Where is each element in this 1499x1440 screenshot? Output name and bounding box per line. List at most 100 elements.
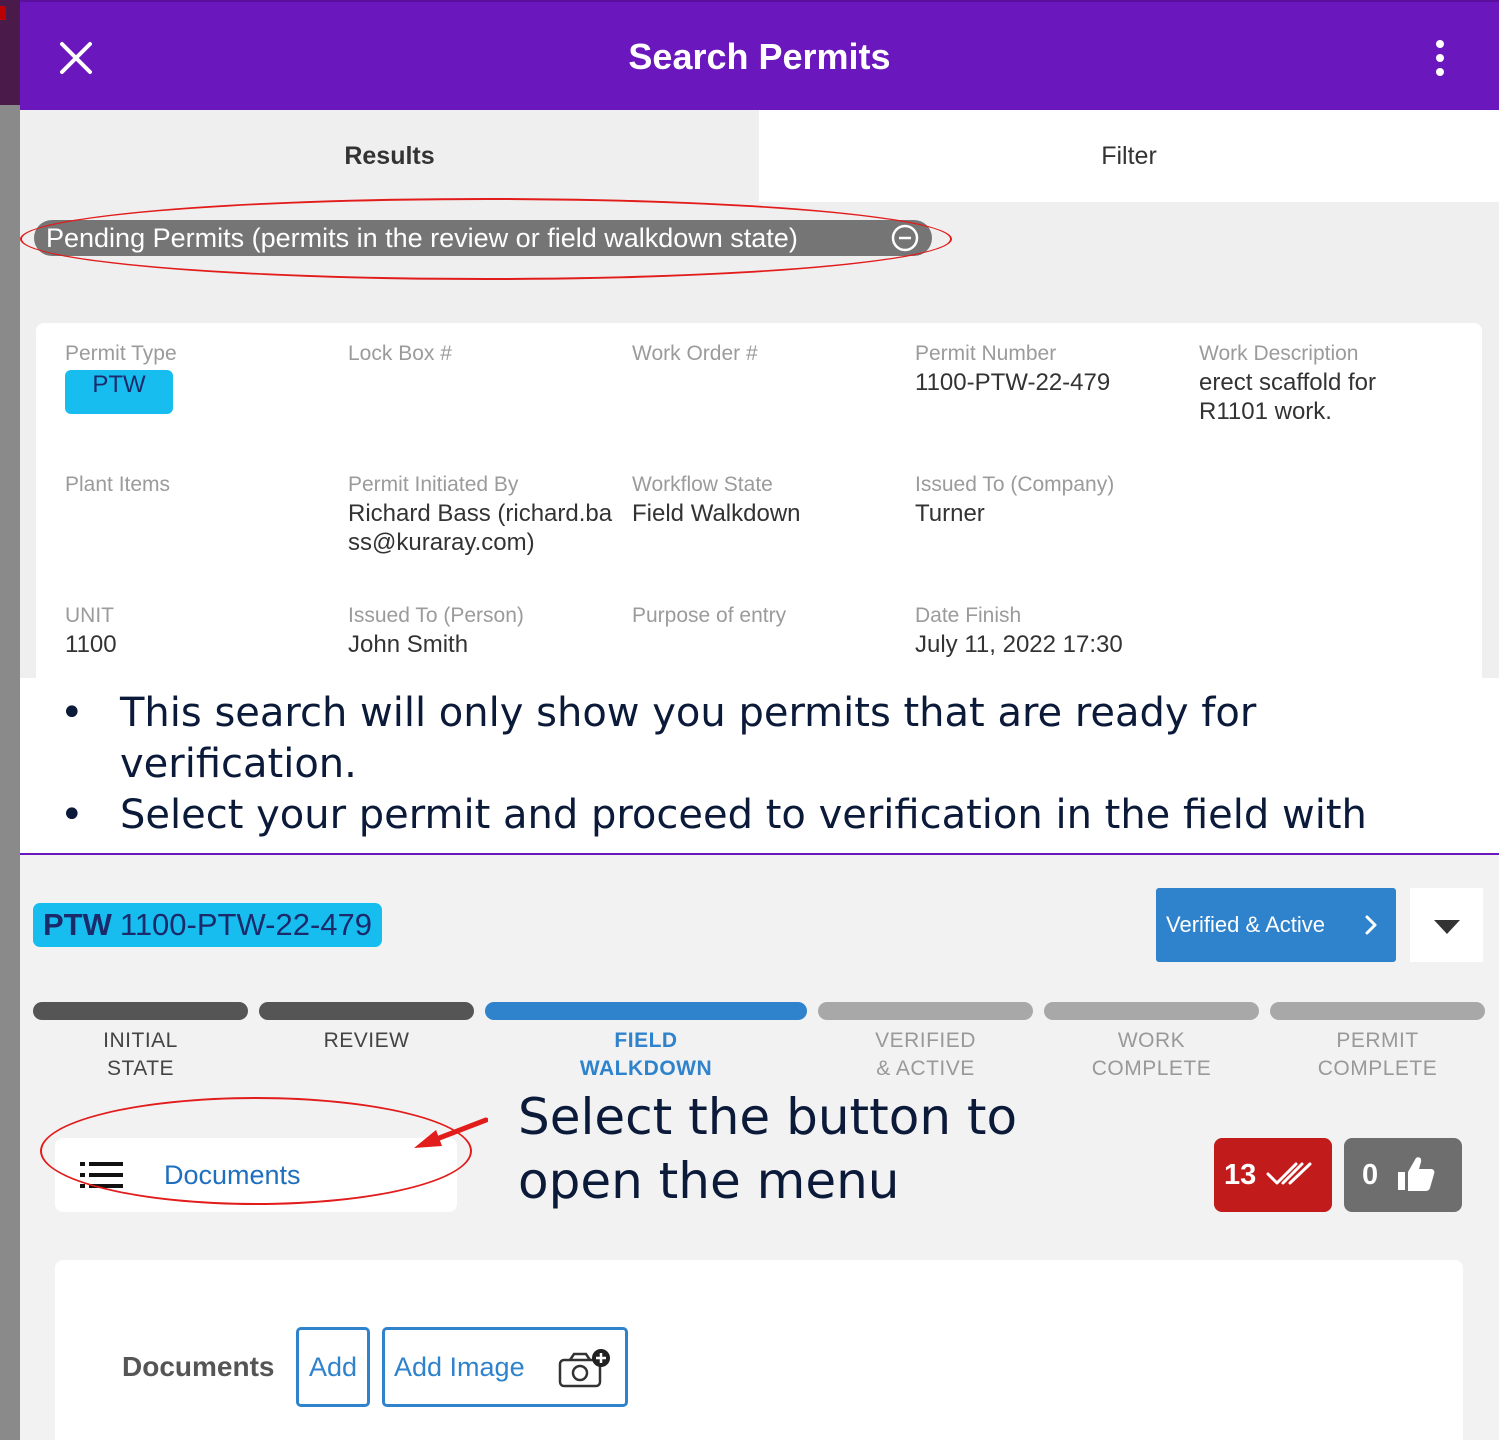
status-button-label: Verified & Active: [1166, 912, 1325, 937]
field-work-order: Work Order #: [632, 339, 902, 368]
step-label-field-walkdown: FIELD WALKDOWN: [485, 1027, 807, 1083]
field-workflow-state: Workflow State Field Walkdown: [632, 470, 902, 528]
field-label: Permit Number: [915, 342, 1057, 365]
documents-card: Documents Add Add Image: [55, 1260, 1463, 1440]
step-bar-initial: [33, 1002, 248, 1020]
app-bar: Search Permits: [20, 0, 1499, 110]
field-value: Turner: [915, 500, 985, 527]
approval-counter[interactable]: 0: [1344, 1138, 1462, 1212]
more-vertical-icon[interactable]: [1428, 38, 1452, 78]
step-label-line: COMPLETE: [1317, 1057, 1438, 1080]
field-value: erect scaffold for R1101 work.: [1199, 369, 1376, 425]
field-value: Field Walkdown: [632, 500, 801, 527]
field-label: Date Finish: [915, 604, 1022, 627]
field-label: Work Order #: [632, 342, 758, 365]
filter-chip-label: Pending Permits (permits in the review o…: [46, 222, 798, 253]
verified-active-button[interactable]: Verified & Active: [1156, 888, 1396, 962]
field-label: Issued To (Person): [348, 604, 524, 627]
step-label-permit-complete: PERMIT COMPLETE: [1270, 1027, 1485, 1083]
step-label-review: REVIEW: [259, 1027, 474, 1055]
add-image-button[interactable]: Add Image: [382, 1327, 628, 1407]
chevron-right-icon: [1365, 915, 1377, 935]
permit-id-badge: PTW 1100-PTW-22-479: [33, 903, 383, 947]
step-label-line: PERMIT: [1336, 1029, 1419, 1052]
callout-text: Select the button to open the menu: [518, 1088, 1018, 1210]
field-label: Plant Items: [65, 473, 171, 496]
field-permit-type: Permit Type PTW: [65, 339, 335, 414]
field-value: Richard Bass (richard.bass@kuraray.com): [348, 500, 613, 556]
tab-results[interactable]: Results: [20, 110, 759, 202]
field-value: 1100: [65, 631, 117, 658]
step-label-line: WALKDOWN: [579, 1057, 713, 1080]
verification-count: 13: [1224, 1158, 1257, 1191]
approval-count: 0: [1362, 1158, 1379, 1191]
field-label: Work Description: [1199, 342, 1359, 365]
step-bar-verified: [818, 1002, 1033, 1020]
field-label: Permit Initiated By: [348, 473, 519, 496]
field-lock-box: Lock Box #: [348, 339, 618, 368]
field-initiated-by: Permit Initiated By Richard Bass (richar…: [348, 470, 620, 557]
page-title: Search Permits: [628, 36, 891, 77]
permit-number: 1100-PTW-22-479: [119, 907, 373, 942]
field-value: John Smith: [348, 631, 469, 658]
step-label-work-complete: WORK COMPLETE: [1044, 1027, 1259, 1083]
field-label: Issued To (Company): [915, 473, 1115, 496]
step-bar-work-complete: [1044, 1002, 1259, 1020]
documents-menu-button[interactable]: Documents: [55, 1138, 457, 1212]
field-label: Purpose of entry: [632, 604, 787, 627]
double-check-icon: [1266, 1162, 1312, 1185]
step-bar-field-walkdown: [485, 1002, 807, 1020]
add-image-label: Add Image: [394, 1352, 525, 1382]
step-label-line: FIELD: [614, 1029, 678, 1052]
bullet-item: This search will only show you permits t…: [60, 688, 1480, 790]
field-purpose: Purpose of entry: [632, 601, 902, 630]
step-label-line: REVIEW: [323, 1029, 410, 1052]
camera-plus-icon: [558, 1349, 610, 1388]
field-plant-items: Plant Items: [65, 470, 335, 499]
add-document-button[interactable]: Add: [296, 1327, 370, 1407]
remove-filter-icon[interactable]: [890, 223, 920, 253]
step-bar-permit-complete: [1270, 1002, 1485, 1020]
step-label-verified: VERIFIED & ACTIVE: [818, 1027, 1033, 1083]
pending-permits-filter-chip[interactable]: Pending Permits (permits in the review o…: [34, 220, 932, 256]
field-label: Permit Type: [65, 342, 177, 365]
step-label-line: WORK: [1117, 1029, 1186, 1052]
step-label-line: & ACTIVE: [876, 1057, 975, 1080]
field-date-finish: Date Finish July 11, 2022 17:30: [915, 601, 1185, 659]
instruction-bullets: This search will only show you permits t…: [20, 678, 1499, 854]
bullet-item: Select your permit and proceed to verifi…: [60, 790, 1480, 841]
documents-heading: Documents: [122, 1351, 275, 1382]
list-icon: [80, 1162, 123, 1188]
documents-button-label: Documents: [164, 1160, 301, 1190]
permit-detail-screen: PTW 1100-PTW-22-479 Verified & Active IN…: [20, 855, 1499, 1440]
tab-filter[interactable]: Filter: [759, 110, 1499, 202]
tab-bar: Results Filter: [20, 110, 1499, 202]
thumbs-up-icon: [1398, 1157, 1435, 1191]
step-label-initial: INITIAL STATE: [33, 1027, 248, 1083]
step-label-line: VERIFIED: [875, 1029, 976, 1052]
caret-down-icon: [1434, 920, 1460, 934]
permit-type-badge: PTW: [65, 370, 173, 414]
field-label: Lock Box #: [348, 342, 452, 365]
field-issued-company: Issued To (Company) Turner: [915, 470, 1185, 528]
annotation-arrow-icon: [414, 1117, 488, 1148]
step-label-line: COMPLETE: [1091, 1057, 1212, 1080]
field-value: 1100-PTW-22-479: [915, 369, 1111, 396]
background-edge: [0, 0, 20, 1440]
step-label-line: INITIAL: [103, 1029, 178, 1052]
step-bar-review: [259, 1002, 474, 1020]
background-edge-marker: [0, 6, 6, 20]
field-permit-number: Permit Number 1100-PTW-22-479: [915, 339, 1185, 397]
step-label-line: STATE: [106, 1057, 175, 1080]
field-unit: UNIT 1100: [65, 601, 335, 659]
status-dropdown-button[interactable]: [1410, 888, 1483, 962]
search-permits-screen: Search Permits Results Filter Pending Pe…: [20, 0, 1499, 678]
field-label: Workflow State: [632, 473, 773, 496]
field-value: July 11, 2022 17:30: [915, 631, 1123, 658]
field-issued-person: Issued To (Person) John Smith: [348, 601, 618, 659]
field-work-description: Work Description erect scaffold for R110…: [1199, 339, 1429, 426]
verification-counter[interactable]: 13: [1214, 1138, 1332, 1212]
permit-type: PTW: [43, 907, 112, 942]
permit-result-card[interactable]: Permit Type PTW Lock Box # Work Order # …: [36, 323, 1482, 678]
field-label: UNIT: [65, 604, 114, 627]
